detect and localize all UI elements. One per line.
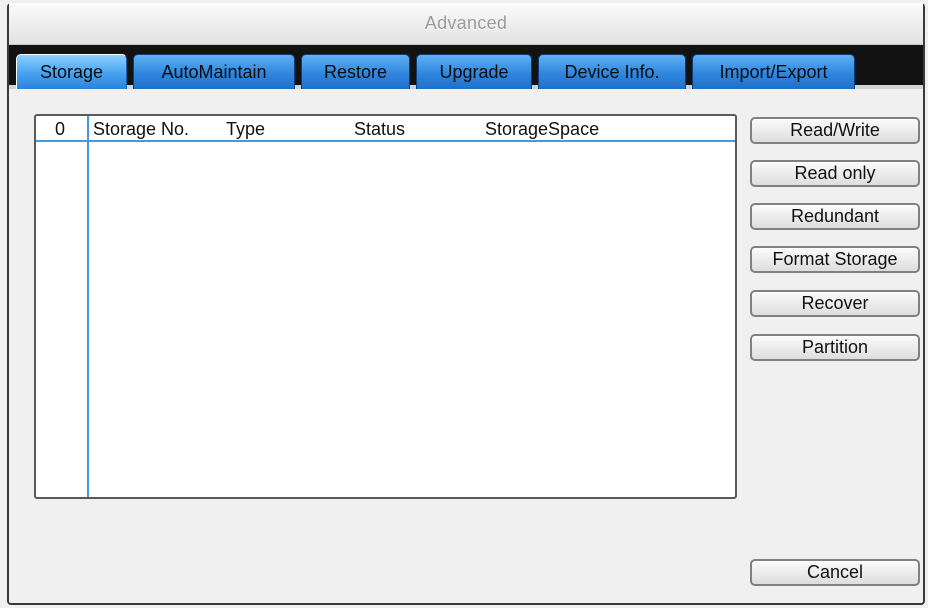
advanced-dialog: Advanced Storage AutoMaintain Restore Up… (7, 3, 925, 605)
storage-list-header: 0 Storage No. Type Status StorageSpace (36, 116, 735, 142)
cancel-button[interactable]: Cancel (750, 559, 920, 586)
storage-list[interactable]: 0 Storage No. Type Status StorageSpace (34, 114, 737, 499)
header-type: Type (226, 119, 266, 139)
dialog-title: Advanced (9, 3, 923, 45)
tab-import-export[interactable]: Import/Export (692, 54, 855, 89)
tab-device-info[interactable]: Device Info. (538, 54, 686, 89)
index-column-divider (87, 116, 89, 497)
header-storage-no: Storage No. (93, 119, 190, 139)
tab-bar: Storage AutoMaintain Restore Upgrade Dev… (9, 45, 923, 89)
read-only-button[interactable]: Read only (750, 160, 920, 187)
partition-button[interactable]: Partition (750, 334, 920, 361)
header-storage-space: StorageSpace (485, 119, 600, 139)
tab-upgrade[interactable]: Upgrade (416, 54, 532, 89)
format-storage-button[interactable]: Format Storage (750, 246, 920, 273)
header-index: 0 (55, 119, 66, 139)
tab-automaintain[interactable]: AutoMaintain (133, 54, 295, 89)
header-status: Status (354, 119, 406, 139)
recover-button[interactable]: Recover (750, 290, 920, 317)
tab-restore[interactable]: Restore (301, 54, 410, 89)
read-write-button[interactable]: Read/Write (750, 117, 920, 144)
tab-storage[interactable]: Storage (16, 54, 127, 89)
redundant-button[interactable]: Redundant (750, 203, 920, 230)
